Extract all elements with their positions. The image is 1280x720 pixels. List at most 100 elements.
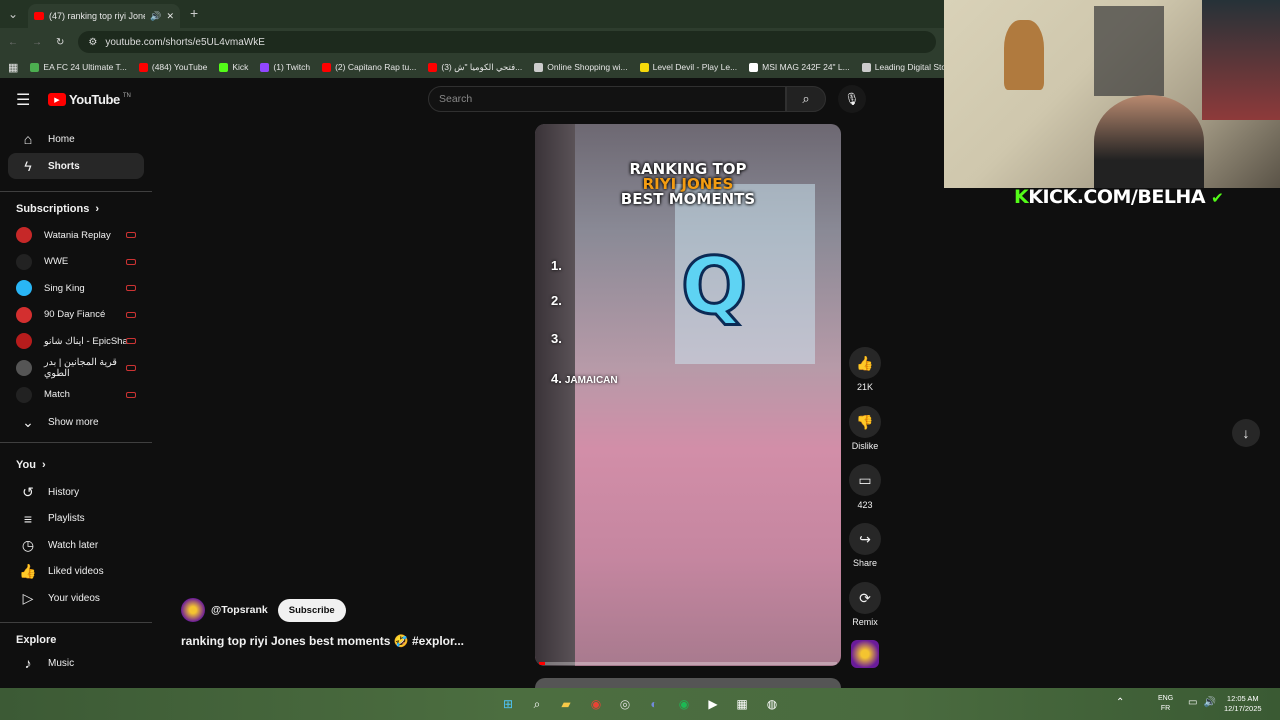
comment-count: 423 <box>857 500 873 510</box>
share-label: Share <box>852 558 878 568</box>
reload-icon[interactable]: ↻ <box>56 37 64 48</box>
subscription-item[interactable]: WWE <box>16 252 136 272</box>
live-indicator-icon <box>126 391 136 398</box>
subscription-item[interactable]: Watania Replay <box>16 225 136 245</box>
bookmark-item[interactable]: Kick <box>219 62 248 72</box>
short-video-player[interactable]: RANKING TOP RIYI JONES BEST MOMENTS 1. 2… <box>535 124 841 666</box>
file-explorer-icon[interactable]: ▰ <box>556 694 576 714</box>
bookmark-item[interactable]: Level Devil - Play Le... <box>639 62 737 72</box>
subscription-item[interactable]: Match <box>16 385 136 405</box>
search-button[interactable]: ⌕ <box>786 86 826 112</box>
bookmark-favicon-icon <box>861 62 871 72</box>
bookmark-item[interactable]: (484) YouTube <box>138 62 207 72</box>
subscription-item[interactable]: ايناك شانو - EpicSha... <box>16 331 136 351</box>
obs-icon[interactable]: ▦ <box>732 694 752 714</box>
bookmark-label: Leading Digital Stor... <box>874 62 944 72</box>
bookmark-favicon-icon <box>322 62 332 72</box>
sidebar-item-playlists[interactable]: ≡ Playlists <box>8 506 144 532</box>
bookmark-item[interactable]: (1) Twitch <box>260 62 310 72</box>
sidebar-item-your-videos[interactable]: ▷ Your videos <box>8 585 144 611</box>
discord-icon[interactable]: ◐ <box>644 694 664 714</box>
rank-4-number: 4. <box>551 371 562 386</box>
back-icon[interactable]: ← <box>8 37 18 48</box>
bookmarks-bar: ▦ EA FC 24 Ultimate T... (484) YouTube Kic… <box>0 56 944 78</box>
remix-button[interactable]: ⟳ <box>849 582 881 614</box>
voice-search-button[interactable]: 🎙 <box>838 85 866 113</box>
arrow-down-icon: ↓ <box>1242 425 1250 441</box>
channel-name[interactable]: @Topsrank <box>211 604 268 616</box>
home-icon: ⌂ <box>23 131 33 147</box>
like-button[interactable]: 👍 <box>849 347 881 379</box>
sidebar-item-liked-videos[interactable]: 👍 Liked videos <box>8 559 144 585</box>
live-indicator-icon <box>126 311 136 318</box>
browser-tab[interactable]: (47) ranking top riyi Jones b 🔊 ✕ <box>28 4 180 28</box>
share-icon: ↪ <box>859 530 871 547</box>
new-tab-icon[interactable]: + <box>190 5 198 21</box>
channel-avatar <box>16 333 32 350</box>
chevron-right-icon: › <box>95 203 100 215</box>
bookmark-item[interactable]: Leading Digital Stor... <box>861 62 944 72</box>
subscription-label: قرية المجانين | بدر الطوي <box>44 357 117 379</box>
subscribe-button[interactable]: Subscribe <box>277 598 346 622</box>
subscriptions-heading[interactable]: Subscriptions › <box>16 203 99 215</box>
bookmark-item[interactable]: MSI MAG 242F 24" L... <box>749 62 850 72</box>
you-heading[interactable]: You › <box>16 459 46 471</box>
sidebar-item-music[interactable]: ♪ Music <box>8 650 144 676</box>
subscription-item[interactable]: Sing King <box>16 278 136 298</box>
dislike-button[interactable]: 👎 <box>849 406 881 438</box>
language-indicator[interactable]: ENG FR <box>1158 694 1173 714</box>
sidebar-item-shorts[interactable]: ϟ Shorts <box>8 153 144 179</box>
apps-icon[interactable]: ▦ <box>8 61 18 74</box>
steam-icon[interactable]: ◍ <box>762 694 782 714</box>
share-button[interactable]: ↪ <box>849 523 881 555</box>
show-more-label: Show more <box>48 416 99 428</box>
terminal-icon[interactable]: ▶ <box>703 694 723 714</box>
spotify-icon[interactable]: ◉ <box>674 694 694 714</box>
bookmark-item[interactable]: Online Shopping wi... <box>534 62 628 72</box>
rank-2: 2. <box>551 293 562 308</box>
taskbar-search-icon[interactable]: ⌕ <box>527 694 547 714</box>
tray-chevron-icon[interactable]: ⌃ <box>1116 697 1124 708</box>
forward-icon[interactable]: → <box>32 37 42 48</box>
live-indicator-icon <box>126 258 136 265</box>
search-input[interactable]: Search <box>428 86 786 112</box>
bookmark-item[interactable]: (3) فتحي الكوميا "ش... <box>428 62 522 73</box>
url-field[interactable]: ⚙ youtube.com/shorts/e5UL4vmaWkE <box>78 31 936 53</box>
bookmark-label: (2) Capitano Rap tu... <box>335 62 417 72</box>
next-short-button[interactable]: ↓ <box>1232 419 1260 447</box>
bookmark-item[interactable]: EA FC 24 Ultimate T... <box>30 62 127 72</box>
short-title[interactable]: ranking top riyi Jones best moments 🤣 #e… <box>181 634 464 648</box>
sidebar-divider <box>0 442 152 443</box>
windows-taskbar <box>0 688 1280 720</box>
tab-list-icon[interactable]: ⌄ <box>8 7 18 21</box>
sidebar-item-watch-later[interactable]: ◷ Watch later <box>8 532 144 558</box>
channel-avatar[interactable] <box>181 598 205 622</box>
site-info-icon[interactable]: ⚙ <box>88 37 97 48</box>
sidebar-item-label: Liked videos <box>48 566 104 578</box>
chrome-icon[interactable]: ◉ <box>586 694 606 714</box>
shorts-icon: ϟ <box>24 158 32 174</box>
system-tray-icons[interactable]: ▭🔊 <box>1188 697 1222 708</box>
bookmark-favicon-icon <box>428 62 438 72</box>
sound-thumbnail[interactable] <box>851 640 879 668</box>
youtube-logo[interactable]: ▶ YouTube TN <box>48 92 131 107</box>
thumbs-up-icon: 👍 <box>856 354 874 371</box>
progress-fill <box>539 662 545 665</box>
app-icon[interactable]: ◎ <box>615 694 635 714</box>
menu-icon[interactable]: ☰ <box>16 90 30 110</box>
progress-track[interactable] <box>539 662 837 665</box>
show-more-button[interactable]: ⌄ Show more <box>8 409 144 435</box>
clock[interactable]: 12:05 AM 12/17/2025 <box>1224 694 1262 714</box>
subscription-item[interactable]: 90 Day Fiancé <box>16 305 136 325</box>
channel-row: @Topsrank Subscribe <box>181 598 346 622</box>
subscription-item[interactable]: قرية المجانين | بدر الطوي <box>16 357 136 379</box>
audio-icon[interactable]: 🔊 <box>150 11 161 22</box>
tab-close-icon[interactable]: ✕ <box>166 11 174 22</box>
comments-button[interactable]: ▭ <box>849 464 881 496</box>
sidebar-item-history[interactable]: ↺ History <box>8 479 144 505</box>
history-icon: ↺ <box>22 483 34 500</box>
start-icon[interactable]: ⊞ <box>498 694 518 714</box>
sidebar-item-home[interactable]: ⌂ Home <box>8 126 144 152</box>
bookmark-item[interactable]: (2) Capitano Rap tu... <box>322 62 416 72</box>
remix-label: Remix <box>852 617 878 627</box>
